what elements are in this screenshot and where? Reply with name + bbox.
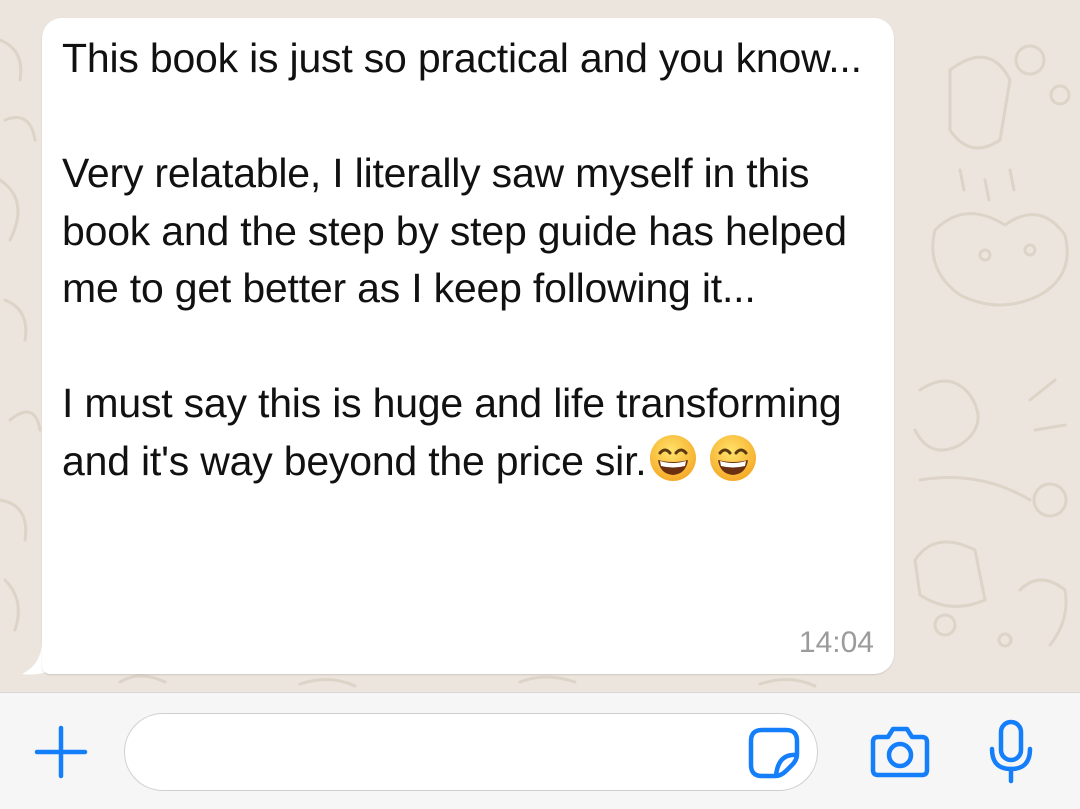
message-input[interactable] — [124, 713, 818, 791]
message-composer-bar — [0, 692, 1080, 809]
received-message-bubble[interactable]: This book is just so practical and you k… — [42, 18, 894, 674]
message-timestamp: 14:04 — [798, 626, 874, 659]
grinning-face-with-smiling-eyes-icon — [710, 434, 757, 481]
grinning-face-with-smiling-eyes-icon — [650, 434, 697, 481]
emoji-row — [648, 433, 768, 499]
camera-icon[interactable] — [870, 723, 930, 779]
message-body: This book is just so practical and you k… — [62, 35, 862, 484]
microphone-icon[interactable] — [988, 719, 1034, 785]
chat-screen: This book is just so practical and you k… — [0, 0, 1080, 809]
message-text: This book is just so practical and you k… — [62, 30, 882, 498]
sticker-icon[interactable] — [748, 727, 800, 779]
chat-area[interactable]: This book is just so practical and you k… — [0, 0, 1080, 692]
plus-icon[interactable] — [34, 725, 88, 779]
